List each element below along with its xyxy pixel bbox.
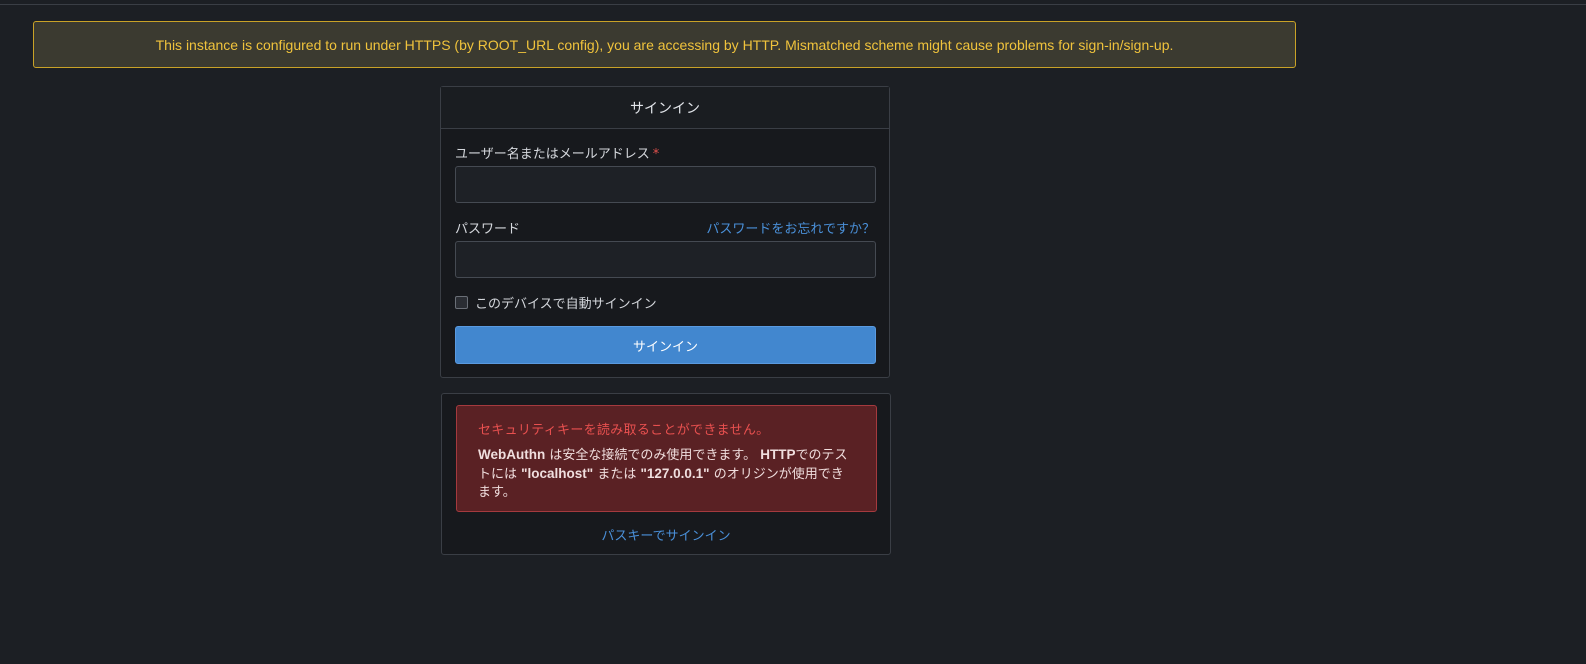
- signin-header: サインイン: [441, 87, 889, 129]
- error-text-3: または: [593, 467, 641, 482]
- signin-button-label: サインイン: [632, 339, 698, 355]
- signin-button[interactable]: サインイン: [455, 326, 876, 364]
- signin-form: サインイン ユーザー名またはメールアドレス * パスワード パスワードをお忘れです…: [440, 86, 890, 378]
- username-label-text: ユーザー名またはメールアドレス: [455, 147, 650, 162]
- password-input[interactable]: [455, 241, 876, 278]
- error-text-1: は安全な接続でのみ使用できます。: [545, 448, 761, 463]
- http-term: HTTP: [760, 447, 796, 462]
- scheme-mismatch-warning: This instance is configured to run under…: [33, 21, 1296, 68]
- signin-title: サインイン: [630, 100, 700, 117]
- required-mark: *: [652, 147, 660, 162]
- password-label-text: パスワード: [455, 222, 521, 237]
- localhost-term: "localhost": [521, 466, 594, 481]
- passkey-section: セキュリティキーを読み取ることができません。 WebAuthn は安全な接続での…: [441, 393, 891, 555]
- warning-text: This instance is configured to run under…: [155, 36, 1174, 53]
- webauthn-term: WebAuthn: [478, 447, 546, 462]
- remember-checkbox[interactable]: [455, 296, 468, 309]
- passkey-signin-link[interactable]: パスキーでサインイン: [442, 525, 890, 544]
- forgot-password-link[interactable]: パスワードをお忘れですか？: [706, 218, 875, 237]
- username-label: ユーザー名またはメールアドレス *: [455, 143, 659, 162]
- username-input[interactable]: [455, 166, 876, 203]
- error-title: セキュリティキーを読み取ることができません。: [478, 423, 770, 438]
- ip-term: "127.0.0.1": [640, 466, 710, 481]
- top-divider: [0, 4, 1586, 5]
- password-label: パスワード: [455, 218, 520, 237]
- remember-me-row[interactable]: このデバイスで自動サインイン: [455, 293, 657, 312]
- error-body: WebAuthn は安全な接続でのみ使用できます。 HTTPでのテストには "l…: [478, 446, 854, 502]
- remember-label: このデバイスで自動サインイン: [475, 297, 657, 312]
- webauthn-error-message: セキュリティキーを読み取ることができません。 WebAuthn は安全な接続での…: [456, 405, 877, 512]
